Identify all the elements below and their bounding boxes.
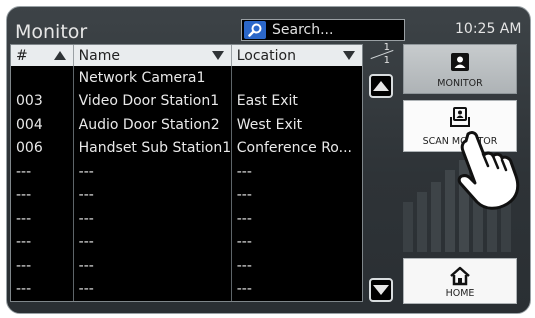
arrow-up-icon	[373, 81, 389, 91]
table-row[interactable]: 006 Handset Sub Station1 Conference Ro...	[11, 136, 362, 160]
cell-number: ---	[11, 277, 74, 301]
cell-location: ---	[236, 163, 252, 180]
monitor-button[interactable]: MONITOR	[403, 44, 517, 94]
cell-location: ---	[236, 234, 252, 251]
cell-location: ---	[236, 187, 252, 204]
cell-number: 006	[11, 136, 74, 160]
total-pages: 1	[383, 55, 390, 66]
cell-location: West Exit	[236, 116, 303, 133]
sort-down-icon	[211, 51, 224, 60]
cell-location	[232, 66, 362, 90]
search-icon	[244, 21, 266, 39]
scan-monitor-icon	[450, 107, 470, 127]
table-row[interactable]: --- --- ---	[11, 183, 362, 207]
column-header-location[interactable]: Location	[232, 45, 362, 66]
home-button-label: HOME	[445, 288, 475, 299]
table-body: Network Camera1 003 Video Door Station1 Ea…	[11, 66, 362, 301]
cell-location: ---	[236, 210, 252, 227]
cell-number: ---	[11, 183, 74, 207]
sort-up-icon	[53, 51, 66, 60]
cell-name: Handset Sub Station1	[74, 136, 232, 160]
sort-down-icon	[342, 51, 355, 60]
table-row[interactable]: 003 Video Door Station1 East Exit	[11, 89, 362, 113]
table-row[interactable]: --- --- ---	[11, 230, 362, 254]
cell-number: 004	[11, 113, 74, 137]
device-list: # Name Location Network Camera1 003 Video…	[10, 44, 363, 302]
cell-name: ---	[74, 207, 232, 231]
table-row[interactable]: --- --- ---	[11, 254, 362, 278]
cell-number: ---	[11, 230, 74, 254]
cell-name: ---	[74, 254, 232, 278]
cell-number: ---	[11, 254, 74, 278]
table-header: # Name Location	[11, 45, 362, 66]
cell-name: ---	[74, 160, 232, 184]
page-title: Monitor	[15, 21, 88, 43]
column-header-number[interactable]: #	[11, 45, 74, 66]
table-row[interactable]: 004 Audio Door Station2 West Exit	[11, 113, 362, 137]
scroll-down-button[interactable]	[369, 278, 393, 302]
table-row[interactable]: --- --- ---	[11, 277, 362, 301]
cell-name: Network Camera1	[74, 66, 232, 90]
cell-name: Video Door Station1	[74, 89, 232, 113]
cell-location: ---	[236, 281, 252, 298]
cell-name: ---	[74, 183, 232, 207]
search-placeholder: Search...	[272, 22, 334, 38]
cell-number: ---	[11, 160, 74, 184]
cell-number: ---	[11, 207, 74, 231]
cell-number: 003	[11, 89, 74, 113]
home-button[interactable]: HOME	[403, 258, 517, 304]
cell-name: Audio Door Station2	[74, 113, 232, 137]
column-header-name[interactable]: Name	[74, 45, 232, 66]
table-row[interactable]: Network Camera1	[11, 66, 362, 90]
page-indicator: 1 1	[366, 42, 396, 67]
page-divider	[370, 49, 394, 60]
cell-location: ---	[236, 257, 252, 274]
scroll-up-button[interactable]	[369, 74, 393, 98]
cell-number	[11, 66, 74, 90]
table-row[interactable]: --- --- ---	[11, 207, 362, 231]
arrow-down-icon	[373, 285, 389, 295]
monitor-icon	[451, 53, 469, 71]
table-row[interactable]: --- --- ---	[11, 160, 362, 184]
search-input[interactable]: Search...	[241, 19, 405, 41]
cell-location: Conference Ro...	[236, 140, 352, 157]
pointing-hand-icon	[457, 131, 520, 210]
cell-name: ---	[74, 277, 232, 301]
home-icon	[450, 266, 470, 286]
cell-name: ---	[74, 230, 232, 254]
cell-location: East Exit	[236, 93, 298, 110]
monitor-button-label: MONITOR	[437, 78, 483, 89]
clock: 10:25 AM	[455, 21, 522, 37]
